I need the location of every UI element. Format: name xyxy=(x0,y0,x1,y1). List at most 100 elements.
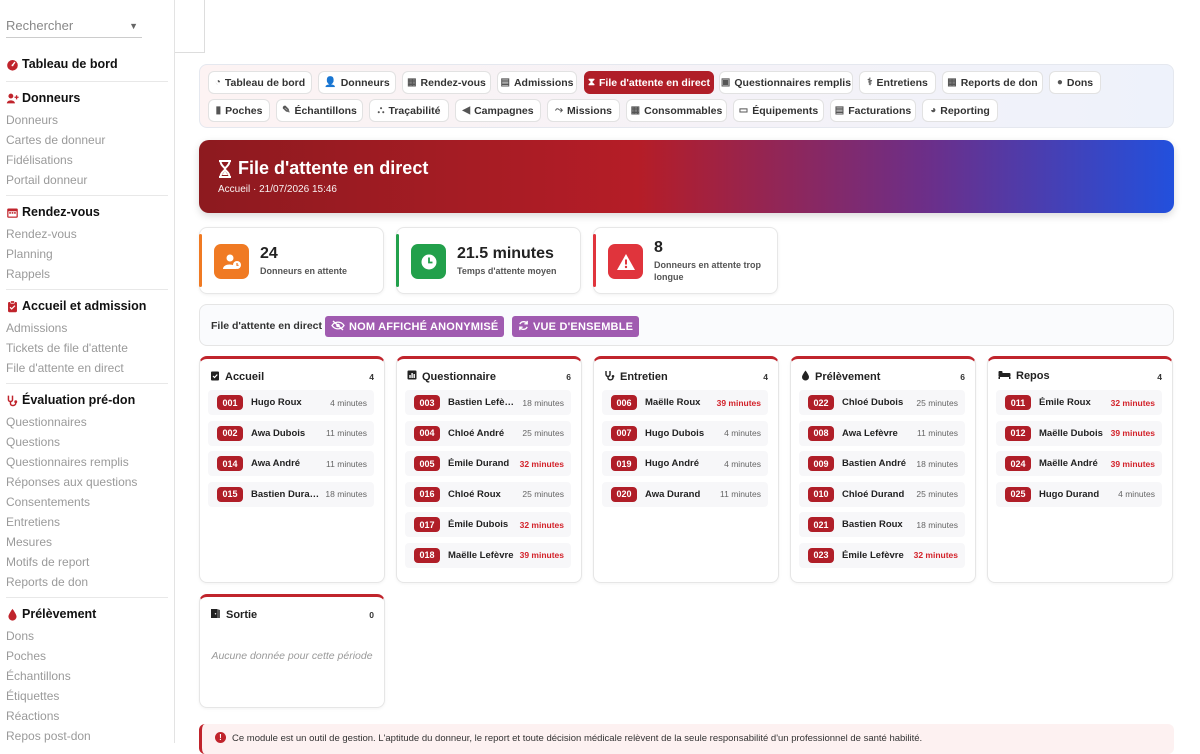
queue-ticket-row[interactable]: 018 Maëlle Lefèvre 39 minutes xyxy=(405,542,571,568)
sidebar-item[interactable]: Réponses aux questions xyxy=(6,475,137,489)
tab-label: Questionnaires remplis xyxy=(734,76,852,89)
sidebar-item[interactable]: Planning xyxy=(6,247,53,261)
sidebar-section-admission[interactable]: Accueil et admission xyxy=(6,299,146,313)
sidebar-section-collection[interactable]: Prélèvement xyxy=(6,607,96,621)
wait-time: 39 minutes xyxy=(716,397,761,408)
queue-ticket-row[interactable]: 024 Maëlle André 39 minutes xyxy=(996,451,1162,476)
tab-campaigns[interactable]: ◀ Campagnes xyxy=(455,99,541,122)
donor-name: Awa Durand xyxy=(645,488,701,500)
poll-icon xyxy=(407,370,417,383)
tab-donations[interactable]: ● Dons xyxy=(1049,71,1101,94)
queue-ticket-row[interactable]: 022 Chloé Dubois 25 minutes xyxy=(799,390,965,415)
tab-billing[interactable]: ▤ Facturations xyxy=(830,99,916,122)
sidebar-section-predonation[interactable]: Évaluation pré-don xyxy=(6,393,135,407)
sidebar-item[interactable]: Questions xyxy=(6,435,60,449)
ticket-number-badge: 006 xyxy=(611,395,637,410)
tab-appointments[interactable]: ▦ Rendez-vous xyxy=(402,71,491,94)
search-select[interactable]: Rechercher ▼ xyxy=(6,14,142,38)
queue-ticket-row[interactable]: 023 Émile Lefèvre 32 minutes xyxy=(799,542,965,568)
sidebar-item[interactable]: Cartes de donneur xyxy=(6,133,105,147)
tab-filled-questionnaires[interactable]: ▣ Questionnaires remplis xyxy=(719,71,853,94)
queue-ticket-row[interactable]: 015 Bastien Durand 18 minutes xyxy=(208,481,374,507)
queue-ticket-row[interactable]: 006 Maëlle Roux 39 minutes xyxy=(602,390,768,415)
donor-name: Maëlle Roux xyxy=(645,397,701,408)
tab-consumables[interactable]: ▦ Consommables xyxy=(626,99,727,122)
sidebar-item[interactable]: Admissions xyxy=(6,321,67,335)
sidebar-item[interactable]: Réactions xyxy=(6,709,59,723)
queue-column-accueil: Accueil 4 001 Hugo Roux 4 minutes 002 Awa Dubo… xyxy=(199,356,385,583)
overview-button[interactable]: VUE D'ENSEMBLE xyxy=(512,316,640,337)
tab-interviews[interactable]: ⚕ Entretiens xyxy=(859,71,936,94)
sidebar-item[interactable]: Dons xyxy=(6,629,34,643)
queue-ticket-row[interactable]: 007 Hugo Dubois 4 minutes xyxy=(602,420,768,446)
queue-ticket-row[interactable]: 005 Émile Durand 32 minutes xyxy=(405,451,571,476)
ticket-number-badge: 021 xyxy=(808,517,834,532)
divider xyxy=(6,195,168,196)
clock-icon xyxy=(411,244,446,279)
accent-bar xyxy=(199,234,202,287)
tab-equipment[interactable]: ▭ Équipements xyxy=(733,99,824,122)
queue-ticket-row[interactable]: 020 Awa Durand 11 minutes xyxy=(602,481,768,507)
column-header: Entretien xyxy=(604,370,668,384)
ticket-number-badge: 023 xyxy=(808,547,834,563)
sidebar-item[interactable]: Poches xyxy=(6,649,46,663)
queue-ticket-row[interactable]: 008 Awa Lefèvre 11 minutes xyxy=(799,420,965,446)
sidebar-item[interactable]: Repos post-don xyxy=(6,729,91,743)
sidebar-item[interactable]: Tickets de file d'attente xyxy=(6,341,128,355)
wait-time: 25 minutes xyxy=(916,489,958,499)
queue-ticket-row[interactable]: 025 Hugo Durand 4 minutes xyxy=(996,481,1162,507)
ticket-number-badge: 010 xyxy=(808,486,834,502)
column-count: 4 xyxy=(763,372,768,382)
sidebar-item[interactable]: Portail donneur xyxy=(6,173,87,187)
queue-ticket-row[interactable]: 017 Émile Dubois 32 minutes xyxy=(405,512,571,537)
queue-ticket-row[interactable]: 016 Chloé Roux 25 minutes xyxy=(405,481,571,507)
sidebar-section-donors[interactable]: Donneurs xyxy=(6,91,80,105)
donor-name: Maëlle Dubois xyxy=(1039,427,1103,439)
queue-ticket-row[interactable]: 021 Bastien Roux 18 minutes xyxy=(799,512,965,537)
queue-ticket-row[interactable]: 004 Chloé André 25 minutes xyxy=(405,420,571,446)
sidebar-item[interactable]: Échantillons xyxy=(6,669,71,683)
sidebar-item[interactable]: Motifs de report xyxy=(6,555,89,569)
tab-donors[interactable]: 👤 Donneurs xyxy=(318,71,396,94)
sidebar-item[interactable]: Fidélisations xyxy=(6,153,73,167)
tab-deferrals[interactable]: ▦ Reports de don xyxy=(942,71,1043,94)
queue-ticket-row[interactable]: 010 Chloé Durand 25 minutes xyxy=(799,481,965,507)
donor-name: Awa Lefèvre xyxy=(842,427,898,439)
sidebar-item[interactable]: Reports de don xyxy=(6,575,88,589)
sidebar-item[interactable]: Rappels xyxy=(6,267,50,281)
sidebar-section-label: Rendez-vous xyxy=(22,205,100,219)
queue-ticket-row[interactable]: 001 Hugo Roux 4 minutes xyxy=(208,390,374,415)
queue-ticket-row[interactable]: 003 Bastien Lefèvre 18 minutes xyxy=(405,390,571,415)
sidebar-item[interactable]: Questionnaires xyxy=(6,415,87,429)
sidebar-section-appointments[interactable]: Rendez-vous xyxy=(6,205,100,219)
tab-dashboard[interactable]: ◔ Tableau de bord xyxy=(208,71,312,94)
wait-time: 4 minutes xyxy=(1118,489,1155,499)
queue-ticket-row[interactable]: 009 Bastien André 18 minutes xyxy=(799,451,965,476)
tab-samples[interactable]: ✎ Échantillons xyxy=(276,99,363,122)
queue-ticket-row[interactable]: 014 Awa André 11 minutes xyxy=(208,451,374,476)
tab-admissions[interactable]: ▤ Admissions xyxy=(497,71,577,94)
wait-time: 32 minutes xyxy=(519,519,564,530)
sidebar-item[interactable]: Entretiens xyxy=(6,515,60,529)
tab-bags[interactable]: ▮ Poches xyxy=(208,99,270,122)
sidebar-item[interactable]: File d'attente en direct xyxy=(6,361,124,375)
queue-ticket-row[interactable]: 019 Hugo André 4 minutes xyxy=(602,451,768,476)
sidebar-item[interactable]: Mesures xyxy=(6,535,52,549)
anonymize-toggle-button[interactable]: NOM AFFICHÉ ANONYMISÉ xyxy=(325,316,505,337)
tab-missions[interactable]: ⤳ Missions xyxy=(547,99,620,122)
queue-ticket-row[interactable]: 011 Émile Roux 32 minutes xyxy=(996,390,1162,415)
queue-ticket-row[interactable]: 012 Maëlle Dubois 39 minutes xyxy=(996,420,1162,446)
tab-traceability[interactable]: ⛬ Traçabilité xyxy=(369,99,449,122)
queue-ticket-row[interactable]: 002 Awa Dubois 11 minutes xyxy=(208,420,374,446)
sidebar-item[interactable]: Questionnaires remplis xyxy=(6,455,129,469)
tab-reporting[interactable]: ◕ Reporting xyxy=(922,99,998,122)
tab-live-queue[interactable]: ⧗ File d'attente en direct xyxy=(584,71,714,94)
sidebar-section-dashboard[interactable]: Tableau de bord xyxy=(6,57,118,71)
ticket-number-badge: 016 xyxy=(414,486,440,502)
sidebar-item[interactable]: Rendez-vous xyxy=(6,227,77,241)
sidebar-item[interactable]: Consentements xyxy=(6,495,90,509)
sidebar-item[interactable]: Étiquettes xyxy=(6,689,59,703)
ticket-number-badge: 011 xyxy=(1005,395,1031,410)
wait-time: 32 minutes xyxy=(519,458,564,469)
sidebar-item[interactable]: Donneurs xyxy=(6,113,58,127)
